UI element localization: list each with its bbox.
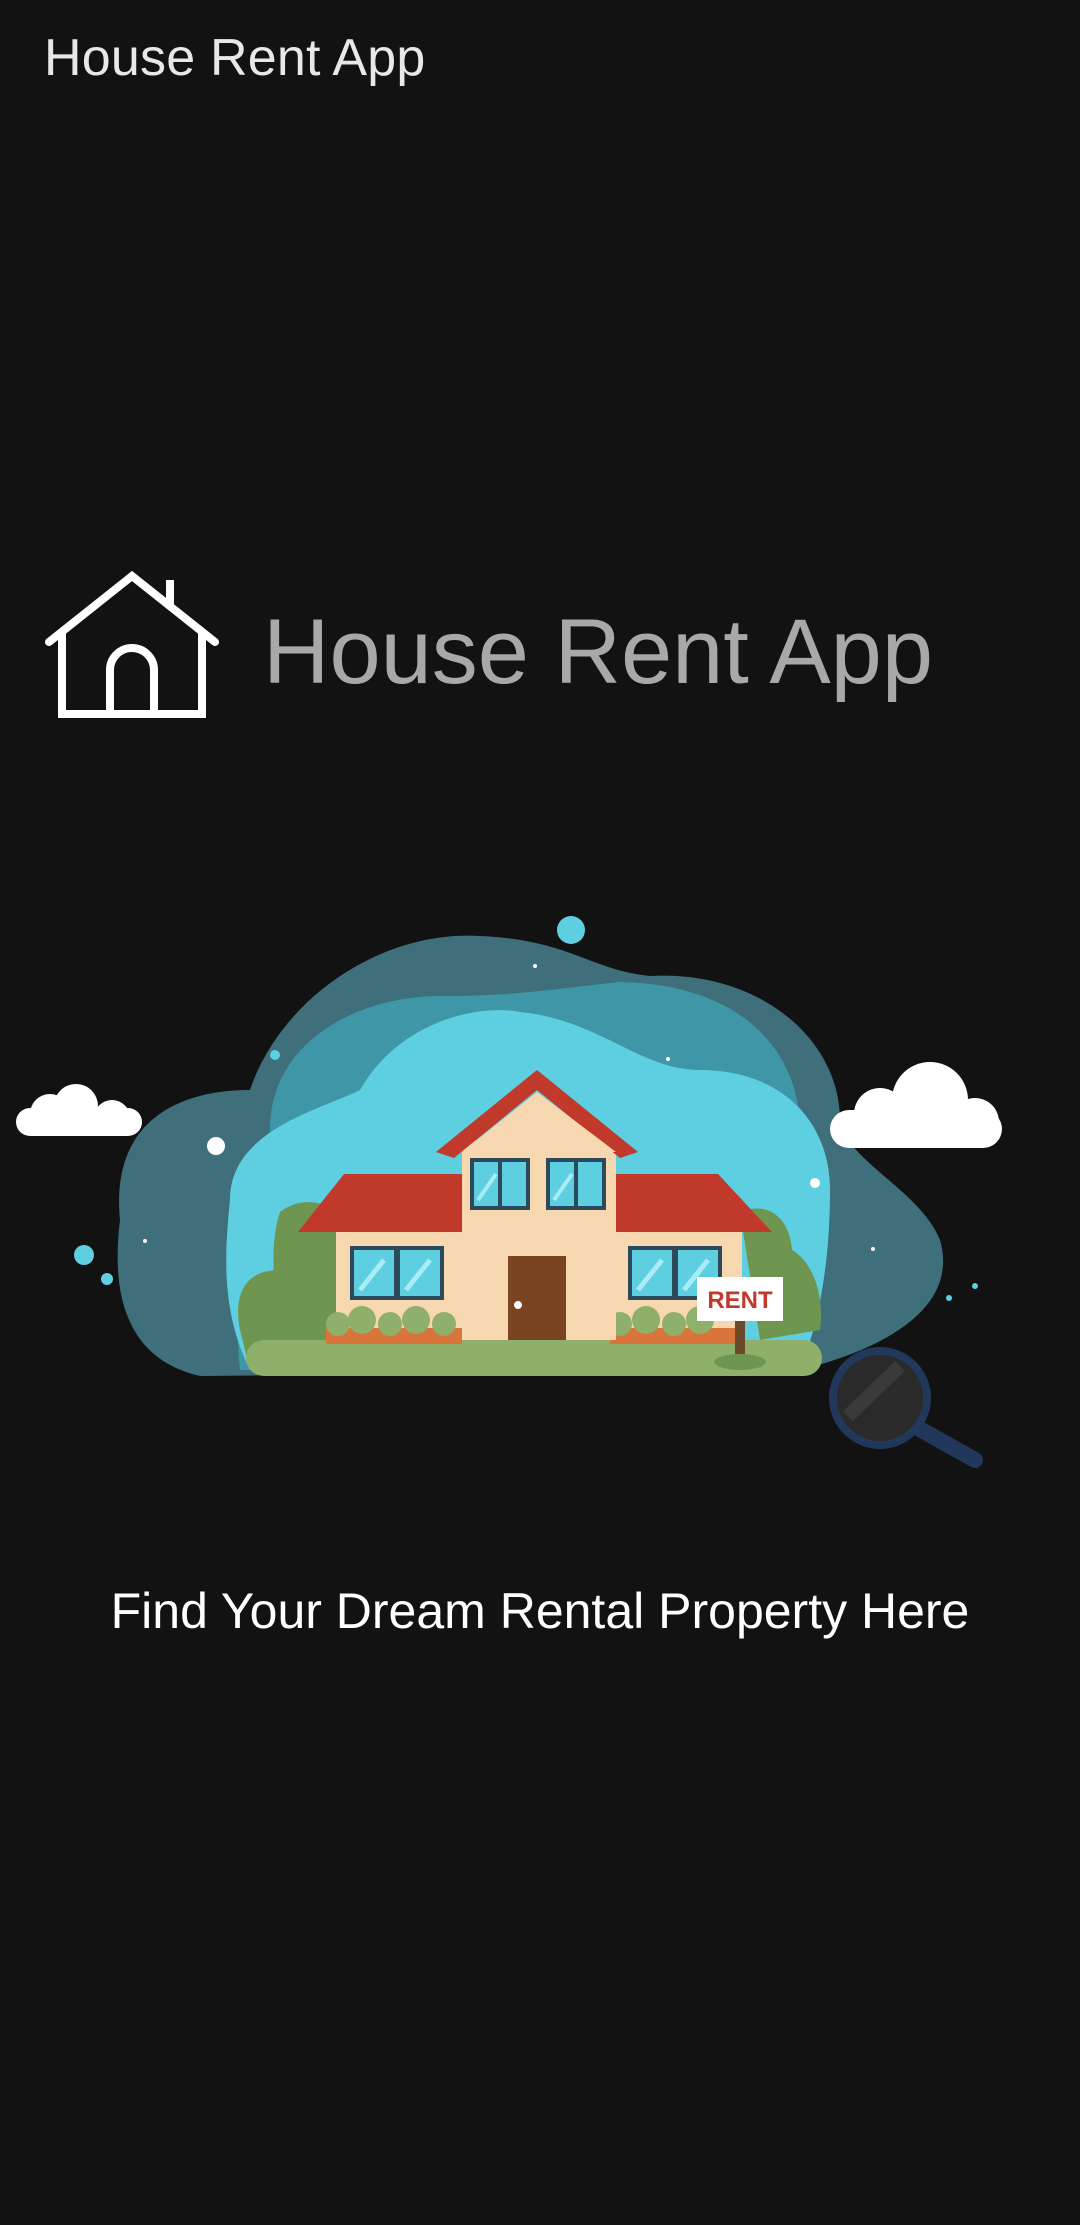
logo-title: House Rent App	[263, 601, 934, 703]
app-bar-title: House Rent App	[44, 29, 426, 87]
rent-sign-text: RENT	[707, 1287, 773, 1314]
tagline: Find Your Dream Rental Property Here	[110, 1583, 970, 1639]
magnifier-icon	[829, 1347, 983, 1468]
cloud-left	[16, 1084, 142, 1136]
app-bar: House Rent App	[0, 0, 1080, 120]
house-for-rent-illustration: RENT	[16, 916, 1002, 1468]
cloud-right	[830, 1062, 1002, 1148]
house-outline-icon	[45, 570, 219, 718]
logo-row: House Rent App	[44, 570, 1044, 720]
